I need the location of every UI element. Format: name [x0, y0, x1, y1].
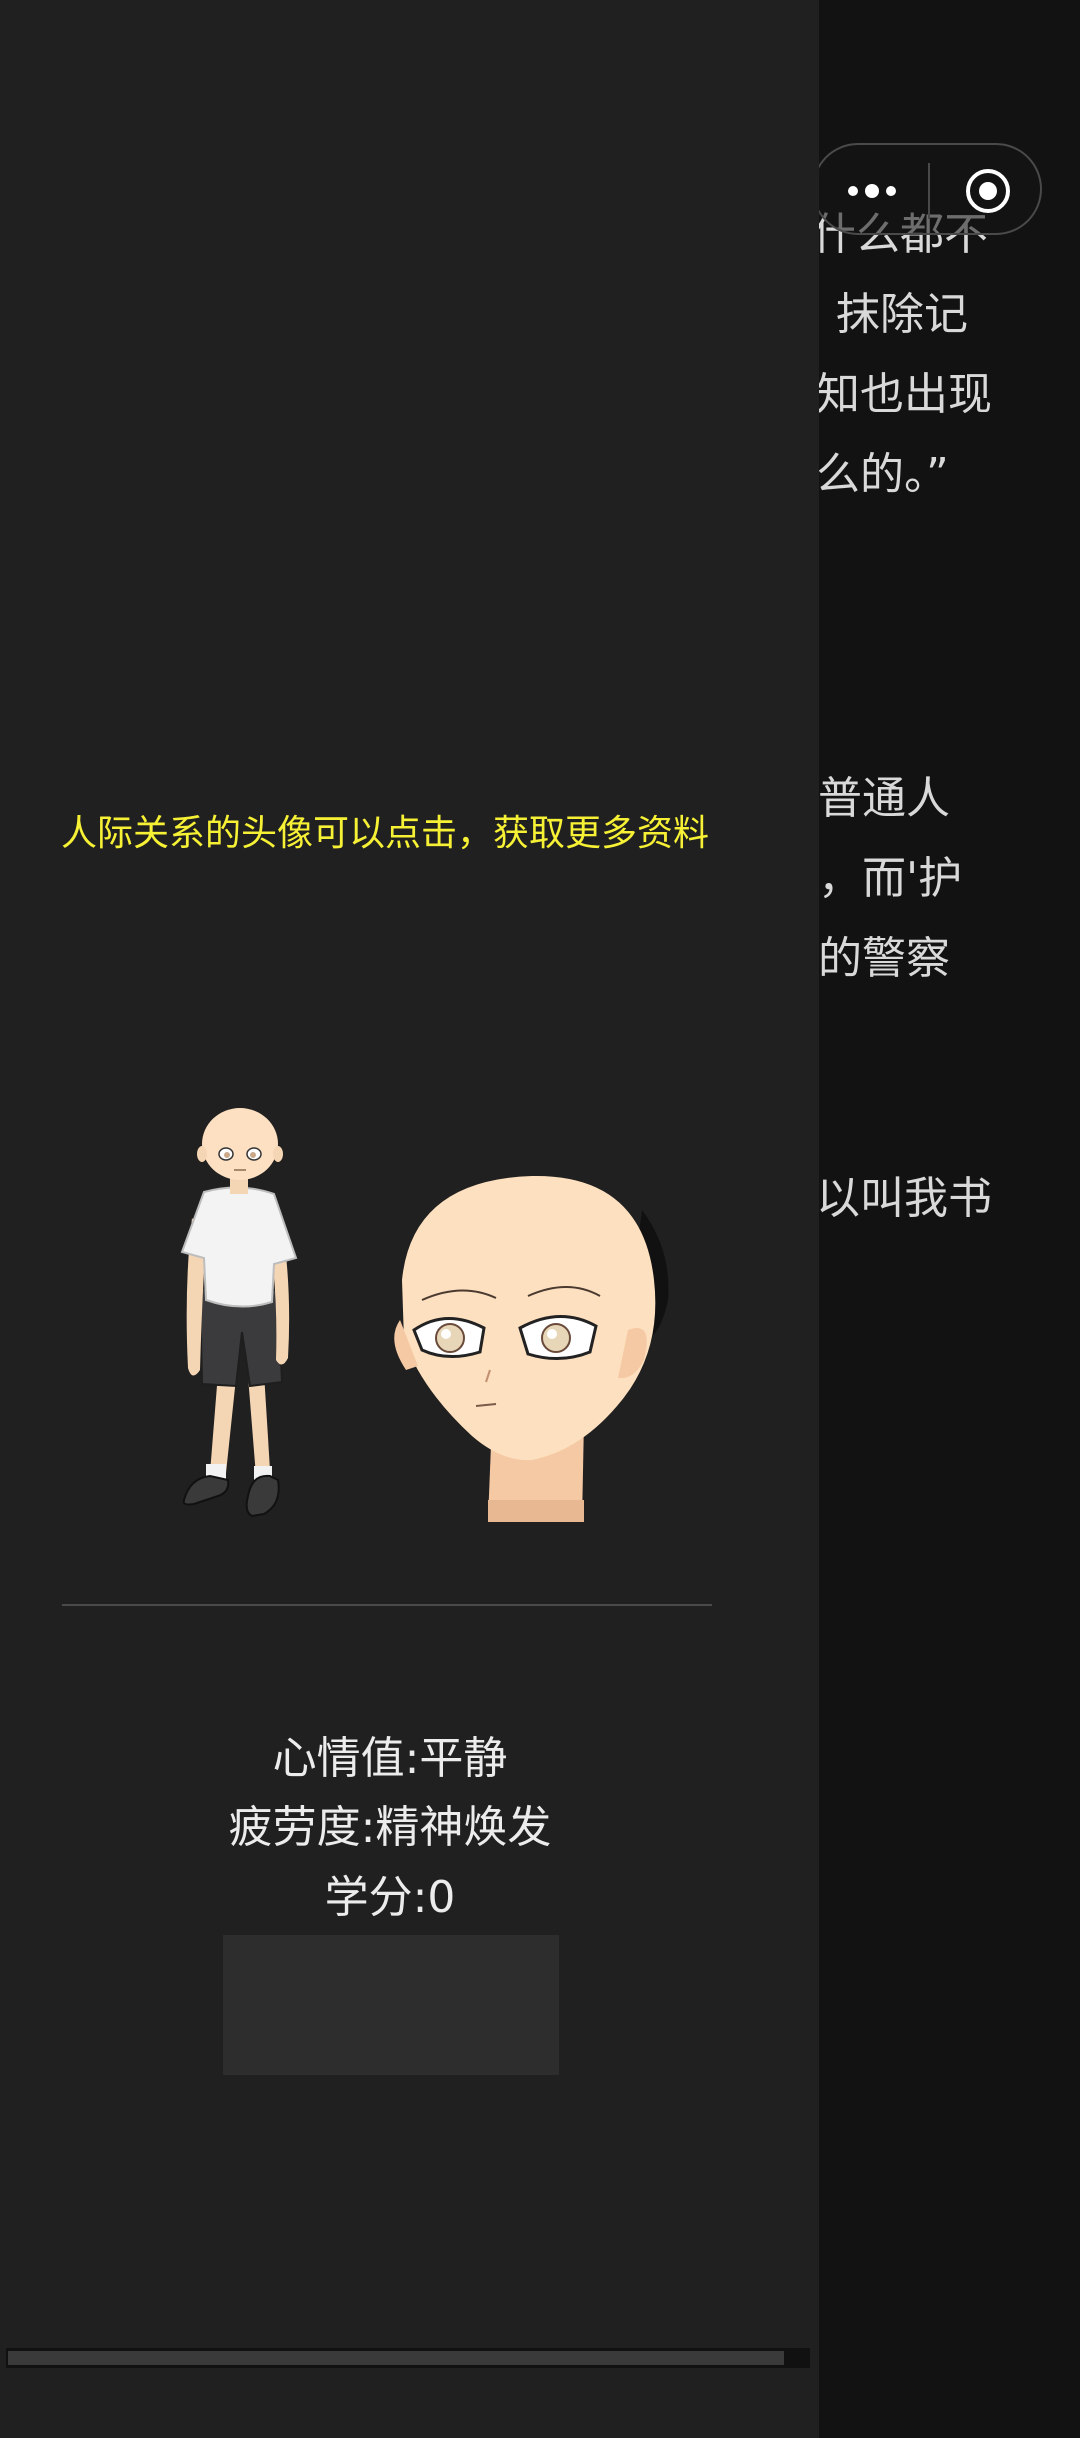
credits-stat: 学分:0	[324, 1872, 456, 1923]
story-line: ，而'护	[818, 853, 963, 904]
story-line: 以叫我书	[816, 1173, 992, 1224]
story-line: 么的。”	[816, 449, 949, 500]
relationship-tip: 人际关系的头像可以点击，获取更多资料	[60, 813, 709, 854]
fatigue-stat: 疲劳度:精神焕发	[228, 1802, 552, 1853]
capsule-divider	[928, 163, 930, 219]
story-line: 抹除记	[836, 289, 968, 340]
character-full-body[interactable]	[170, 1108, 310, 1538]
scrollbar-thumb[interactable]	[8, 2351, 784, 2365]
relationship-list-area[interactable]	[223, 1935, 559, 2075]
divider	[62, 1604, 712, 1606]
character-head-portrait[interactable]	[392, 1170, 682, 1530]
side-drawer: 人际关系的头像可以点击，获取更多资料 心情值:平静 疲劳度:精神焕发 学分:0	[0, 0, 819, 2438]
horizontal-scrollbar[interactable]	[6, 2348, 810, 2368]
mood-stat: 心情值:平静	[272, 1733, 508, 1784]
miniprogram-capsule	[812, 143, 1042, 235]
story-line: 普通人	[818, 773, 950, 824]
target-close-icon[interactable]	[964, 167, 1012, 215]
more-dots-icon[interactable]	[842, 171, 902, 211]
story-line: 的警察	[818, 933, 950, 984]
story-line: 知也出现	[816, 369, 992, 420]
screen: 什么都不 抹除记 知也出现 么的。” 普通人 ，而'护 的警察 以叫我书 人际关…	[0, 0, 1080, 2438]
